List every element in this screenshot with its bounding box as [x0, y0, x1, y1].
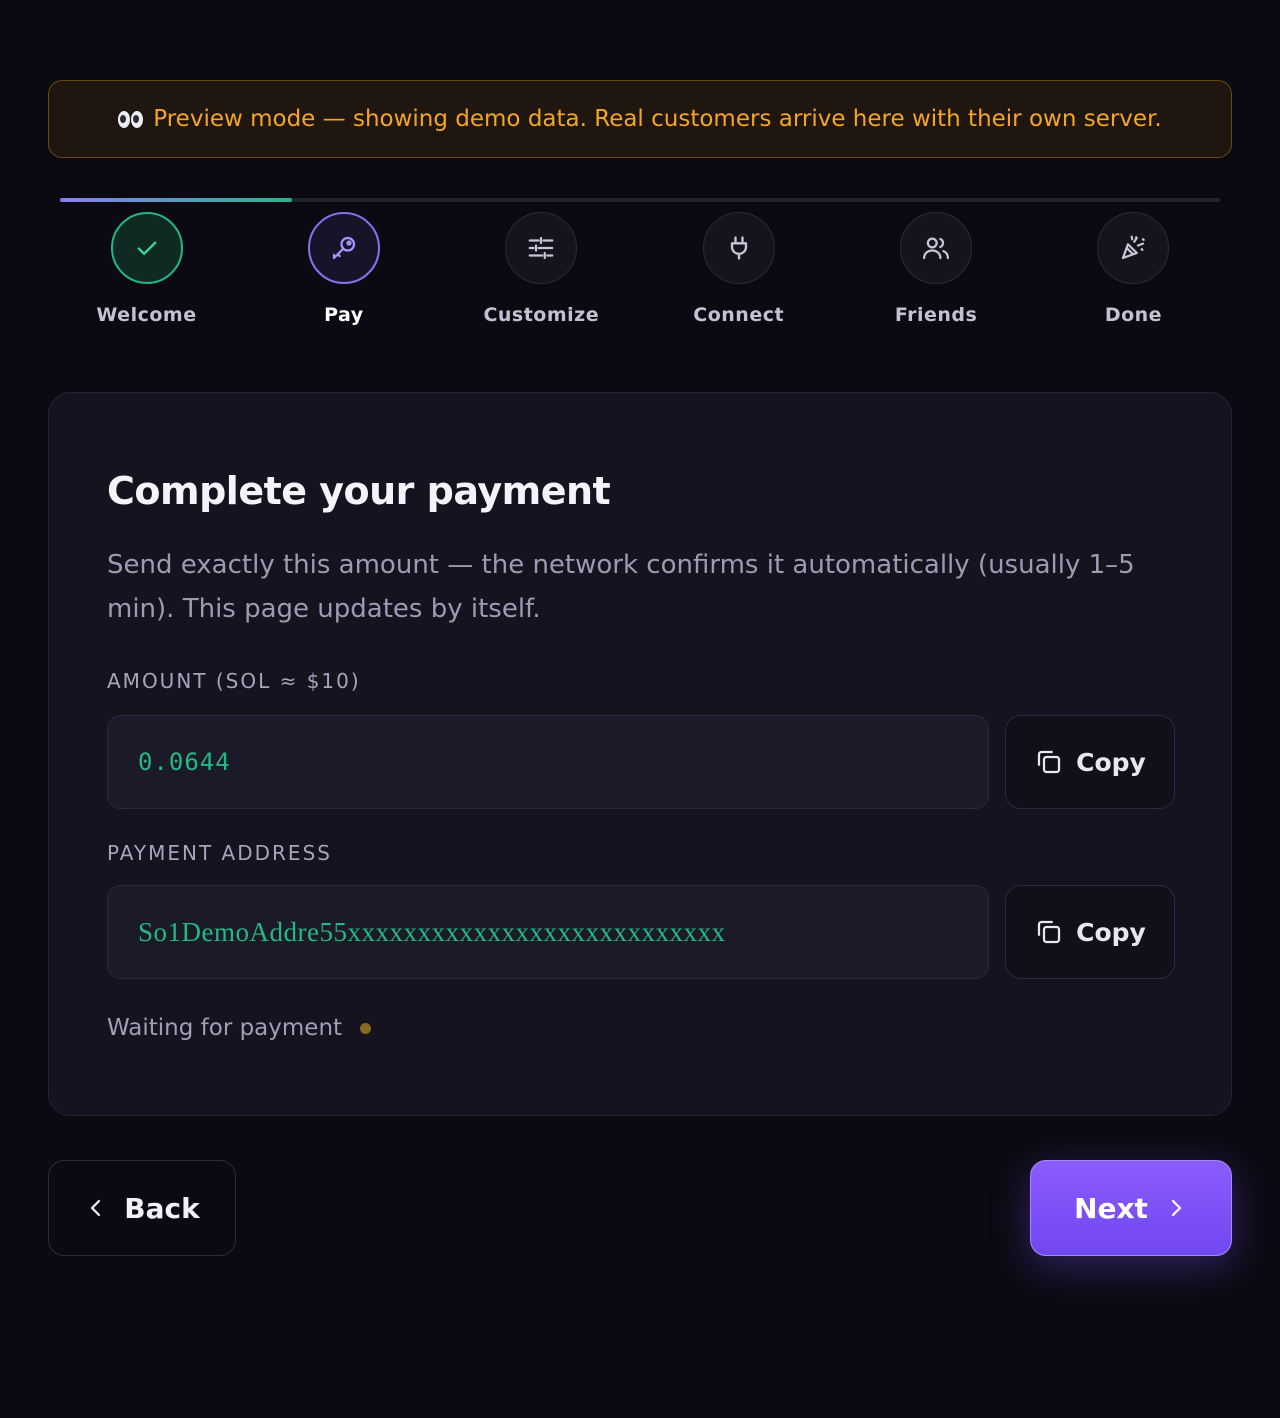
step-label: Pay: [324, 304, 364, 326]
amount-label: AMOUNT (SOL ≈ $10): [107, 669, 361, 693]
party-popper-icon: [1122, 235, 1146, 260]
step-pay[interactable]: Pay: [245, 212, 442, 326]
copy-label: Copy: [1076, 747, 1146, 777]
step-label: Customize: [483, 304, 600, 326]
payment-description: Send exactly this amount — the network c…: [107, 550, 1135, 624]
step-circle: [900, 212, 973, 284]
step-welcome[interactable]: Welcome: [48, 212, 245, 326]
chevron-left-icon: [91, 1199, 101, 1217]
check-icon: [137, 241, 156, 255]
step-label: Welcome: [96, 304, 197, 326]
step-connect[interactable]: Connect: [640, 212, 837, 326]
page-title: Complete your payment: [107, 469, 611, 513]
key-icon: [332, 236, 356, 260]
step-circle: [702, 212, 775, 284]
payment-card: Complete your payment Send exactly this …: [48, 392, 1232, 1116]
eyes-icon: [118, 110, 144, 128]
address-field[interactable]: So1DemoAddre55xxxxxxxxxxxxxxxxxxxxxxxxxx…: [107, 885, 989, 979]
address-label: PAYMENT ADDRESS: [107, 841, 332, 865]
copy-icon: [1038, 750, 1061, 774]
onboarding-page: Preview mode — showing demo data. Real c…: [0, 0, 1280, 1418]
banner-text: Preview mode — showing demo data. Real c…: [153, 106, 1162, 132]
step-done[interactable]: Done: [1035, 212, 1232, 326]
progress-fill: [60, 198, 292, 202]
step-customize[interactable]: Customize: [443, 212, 640, 326]
copy-icon: [1038, 920, 1061, 944]
step-label: Done: [1104, 304, 1163, 326]
step-label: Friends: [894, 304, 978, 326]
plug-icon: [730, 236, 747, 260]
next-label: Next: [1074, 1191, 1148, 1225]
payment-status: Waiting for payment: [107, 1015, 372, 1041]
step-label: Connect: [693, 304, 785, 326]
sliders-icon: [528, 236, 554, 260]
next-button[interactable]: Next: [1030, 1160, 1232, 1256]
chevron-right-icon: [1171, 1199, 1182, 1217]
amount-field[interactable]: 0.0644: [107, 715, 989, 809]
step-circle: [307, 212, 380, 284]
preview-mode-banner: Preview mode — showing demo data. Real c…: [48, 80, 1232, 158]
progress-track: [60, 198, 1220, 202]
copy-amount-button[interactable]: Copy: [1005, 715, 1175, 809]
back-button[interactable]: Back: [48, 1160, 236, 1256]
step-circle: [505, 212, 578, 284]
step-friends[interactable]: Friends: [838, 212, 1035, 326]
status-text: Waiting for payment: [107, 1015, 343, 1041]
status-dot: [360, 1022, 372, 1034]
step-circle: [110, 212, 183, 284]
step-circle: [1097, 212, 1170, 284]
copy-address-button[interactable]: Copy: [1005, 885, 1175, 979]
copy-label: Copy: [1076, 917, 1146, 947]
back-label: Back: [124, 1191, 200, 1225]
stepper: Welcome Pay Customize Connect Friends Do…: [48, 212, 1232, 326]
users-icon: [923, 237, 950, 260]
